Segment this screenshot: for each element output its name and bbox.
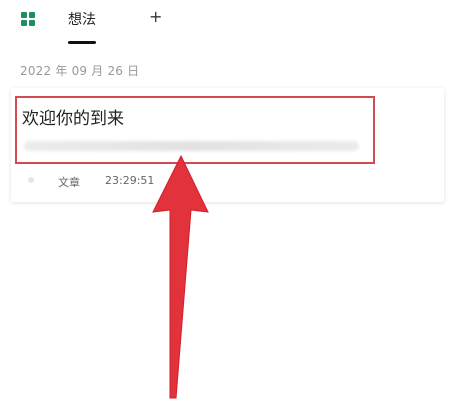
date-header: 2022 年 09 月 26 日 bbox=[20, 64, 140, 78]
add-tab-button[interactable]: + bbox=[149, 7, 162, 26]
note-title[interactable]: 欢迎你的到来 bbox=[22, 104, 124, 129]
tab-ideas[interactable]: 想法 bbox=[68, 9, 96, 29]
grid-menu-icon[interactable] bbox=[21, 12, 35, 26]
active-tab-indicator bbox=[68, 41, 96, 44]
note-time-label: 23:29:51 bbox=[105, 174, 155, 187]
note-status-dot bbox=[28, 177, 34, 183]
note-preview-blurred bbox=[24, 141, 359, 151]
note-type-label: 文章 bbox=[58, 176, 80, 189]
